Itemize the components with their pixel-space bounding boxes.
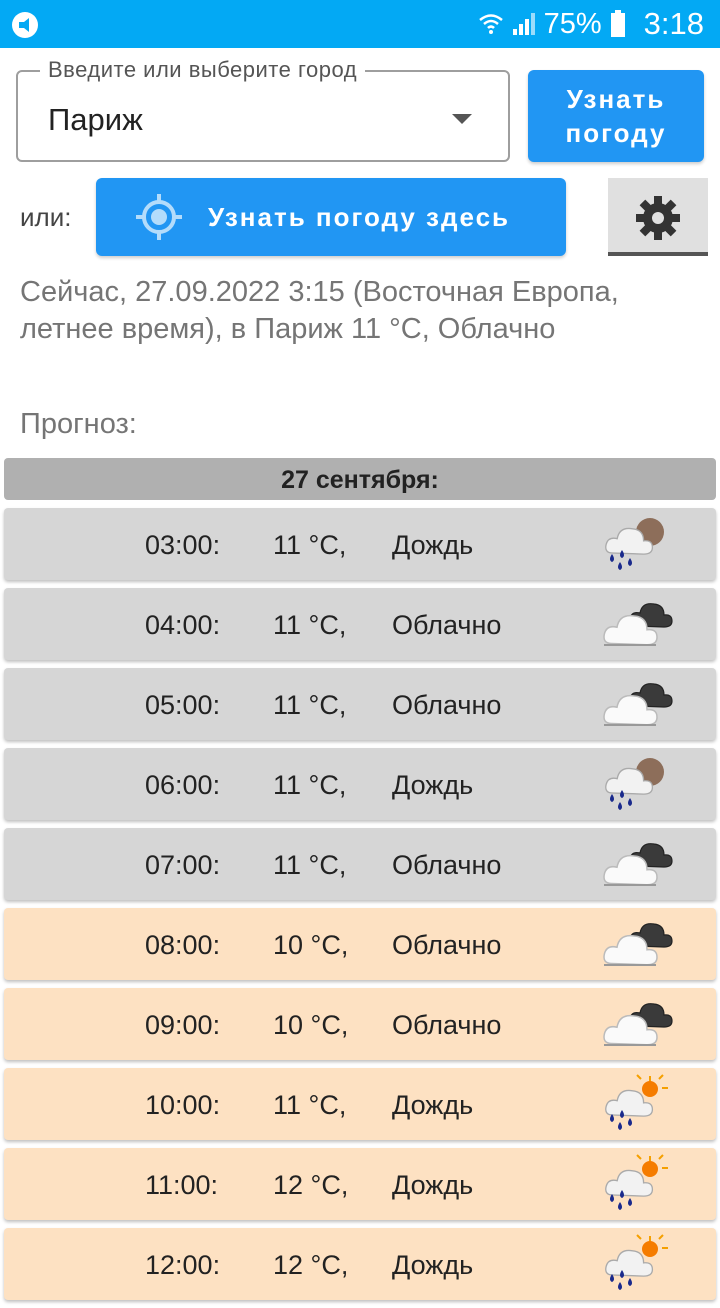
forecast-row: 12:00: 12 °C, Дождь [4, 1228, 716, 1300]
or-label: или: [20, 202, 72, 232]
forecast-temp: 11 °C, [273, 850, 347, 880]
cloudy-icon [598, 834, 674, 894]
get-weather-button[interactable]: Узнать погоду [528, 70, 704, 162]
gear-icon [636, 196, 680, 240]
forecast-desc: Дождь [392, 1250, 474, 1280]
city-value: Париж [48, 102, 143, 137]
forecast-row: 06:00: 11 °C, Дождь [4, 748, 716, 820]
rain-day-icon [598, 1154, 674, 1214]
cloudy-icon [598, 994, 674, 1054]
forecast-temp: 10 °C, [273, 1010, 349, 1040]
clock: 3:18 [643, 6, 704, 41]
weather-here-label: Узнать погоду здесь [208, 202, 511, 232]
forecast-time: 05:00: [145, 690, 221, 720]
cloudy-icon [598, 914, 674, 974]
forecast-desc: Дождь [392, 1090, 474, 1120]
battery-icon [610, 10, 625, 37]
forecast-temp: 11 °C, [273, 530, 347, 560]
forecast-temp: 10 °C, [273, 930, 349, 960]
current-weather-text: Сейчас, 27.09.2022 3:15 (Восточная Европ… [20, 276, 619, 345]
rain-night-icon [598, 514, 674, 574]
forecast-desc: Облачно [392, 1010, 502, 1040]
forecast-desc: Дождь [392, 770, 474, 800]
forecast-time: 09:00: [145, 1010, 221, 1040]
forecast-temp: 11 °C, [273, 1090, 347, 1120]
forecast-row: 11:00: 12 °C, Дождь [4, 1148, 716, 1220]
rain-night-icon [598, 754, 674, 814]
day-header: 27 сентября: [4, 458, 716, 500]
forecast-temp: 11 °C, [273, 770, 347, 800]
forecast-desc: Облачно [392, 690, 502, 720]
forecast-row: 07:00: 11 °C, Облачно [4, 828, 716, 900]
forecast-label: Прогноз: [20, 408, 137, 440]
city-field-label: Введите или выберите город [40, 57, 366, 83]
forecast-time: 07:00: [145, 850, 221, 880]
forecast-row: 09:00: 10 °C, Облачно [4, 988, 716, 1060]
forecast-time: 11:00: [145, 1170, 219, 1200]
forecast-list: 03:00: 11 °C, Дождь 04:00: 11 °C, Облачно 05… [4, 508, 716, 1308]
status-bar: 75% 3:18 [0, 0, 720, 48]
forecast-desc: Дождь [392, 530, 474, 560]
forecast-row: 08:00: 10 °C, Облачно [4, 908, 716, 980]
cloudy-icon [598, 594, 674, 654]
forecast-desc: Облачно [392, 610, 502, 640]
app-notification-icon [12, 12, 38, 38]
forecast-time: 04:00: [145, 610, 221, 640]
city-select[interactable]: Введите или выберите город Париж [16, 57, 510, 162]
weather-here-button[interactable]: Узнать погоду здесь [96, 178, 566, 256]
rain-day-icon [598, 1234, 674, 1294]
battery-percent: 75% [543, 7, 602, 40]
wifi-icon [478, 14, 503, 34]
settings-button[interactable] [608, 178, 708, 256]
forecast-row: 04:00: 11 °C, Облачно [4, 588, 716, 660]
forecast-desc: Облачно [392, 850, 502, 880]
forecast-temp: 12 °C, [273, 1250, 349, 1280]
forecast-time: 03:00: [145, 530, 221, 560]
forecast-row: 10:00: 11 °C, Дождь [4, 1068, 716, 1140]
cloudy-icon [598, 674, 674, 734]
forecast-row: 05:00: 11 °C, Облачно [4, 668, 716, 740]
forecast-temp: 11 °C, [273, 690, 347, 720]
signal-icon [512, 13, 535, 35]
forecast-temp: 12 °C, [273, 1170, 349, 1200]
forecast-temp: 11 °C, [273, 610, 347, 640]
forecast-row: 03:00: 11 °C, Дождь [4, 508, 716, 580]
forecast-time: 10:00: [145, 1090, 221, 1120]
dropdown-arrow-icon[interactable] [452, 114, 472, 124]
forecast-time: 12:00: [145, 1250, 221, 1280]
forecast-time: 06:00: [145, 770, 221, 800]
forecast-desc: Дождь [392, 1170, 474, 1200]
location-target-icon [136, 194, 182, 240]
forecast-desc: Облачно [392, 930, 502, 960]
forecast-time: 08:00: [145, 930, 221, 960]
rain-day-icon [598, 1074, 674, 1134]
